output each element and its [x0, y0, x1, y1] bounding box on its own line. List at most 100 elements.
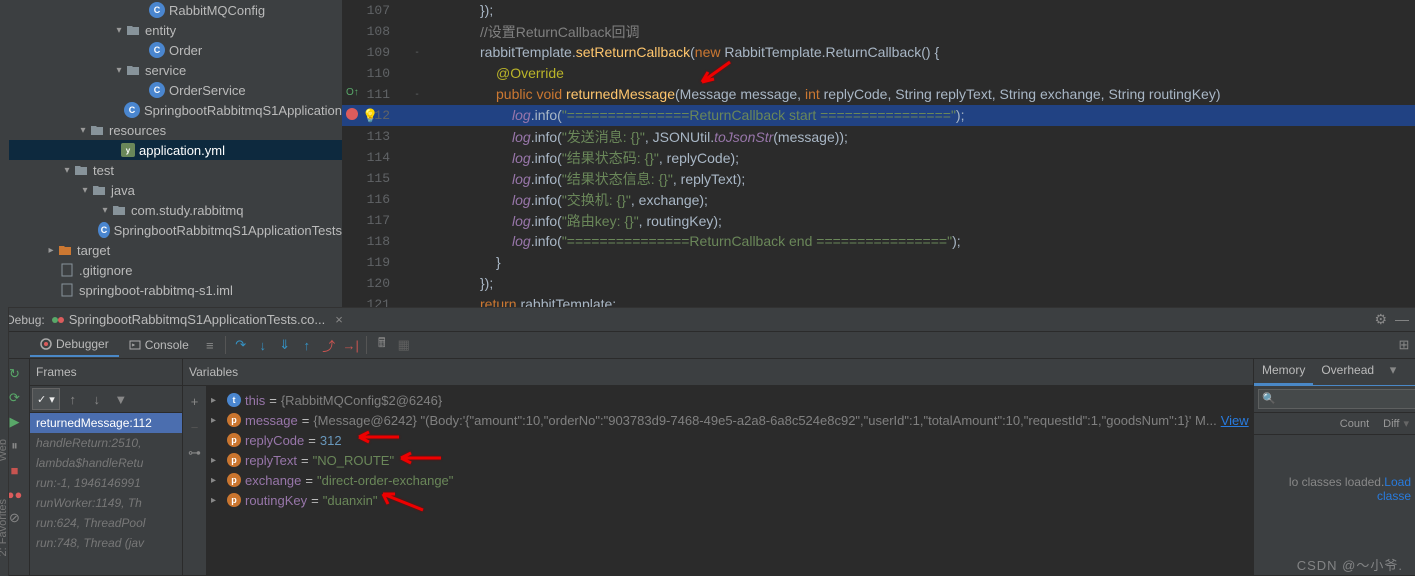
debug-toolbar: Debugger Console ≡ ↷ ↓ ⇓ ↑ ⤴ →| 🖩 ▦ ⊞ [0, 332, 1415, 359]
code-line[interactable]: 108//设置ReturnCallback回调 [342, 21, 1415, 42]
frame-item[interactable]: runWorker:1149, Th [30, 493, 182, 513]
debug-header: Debug: SpringbootRabbitmqS1ApplicationTe… [0, 308, 1415, 332]
tree-label: resources [109, 123, 166, 138]
code-line[interactable]: 114log.info("结果状态码: {}", replyCode); [342, 147, 1415, 168]
remove-watch-icon[interactable]: − [184, 416, 206, 438]
add-watch-icon[interactable]: + [184, 390, 206, 412]
step-out-icon[interactable]: ↑ [296, 334, 318, 356]
force-step-into-icon[interactable]: ⇓ [274, 334, 296, 356]
variable-item[interactable]: ▸p exchange = "direct-order-exchange" [211, 470, 1249, 490]
variables-list[interactable]: ▸t this = {RabbitMQConfig$2@6246}▸p mess… [207, 386, 1253, 575]
tree-item[interactable]: COrder [9, 40, 342, 60]
folder-icon [111, 202, 127, 218]
frame-item[interactable]: returnedMessage:112 [30, 413, 182, 433]
frames-list[interactable]: returnedMessage:112handleReturn:2510, la… [30, 413, 182, 553]
tree-label: test [93, 163, 114, 178]
tab-console[interactable]: Console [119, 334, 199, 356]
tree-item[interactable]: springboot-rabbitmq-s1.iml [9, 280, 342, 300]
tree-item[interactable]: ▾com.study.rabbitmq [9, 200, 342, 220]
tree-item[interactable]: ▾service [9, 60, 342, 80]
watch-link-icon[interactable]: ⊶ [184, 442, 206, 464]
frame-item[interactable]: run:624, ThreadPool [30, 513, 182, 533]
frame-item[interactable]: handleReturn:2510, [30, 433, 182, 453]
tree-label: entity [145, 23, 176, 38]
code-line[interactable]: 121return rabbitTemplate; [342, 294, 1415, 307]
variable-item[interactable]: ▸p replyText = "NO_ROUTE" [211, 450, 1249, 470]
memory-tab[interactable]: Memory [1254, 359, 1313, 385]
code-line[interactable]: 107}); [342, 0, 1415, 21]
threads-icon[interactable]: ≡ [199, 334, 221, 356]
col-menu-icon[interactable]: ▾ [1403, 417, 1409, 430]
code-line[interactable]: 115log.info("结果状态信息: {}", replyText); [342, 168, 1415, 189]
variable-item[interactable]: ▸t this = {RabbitMQConfig$2@6246} [211, 390, 1249, 410]
tree-label: service [145, 63, 186, 78]
yml-icon: y [121, 143, 135, 157]
tree-label: SpringbootRabbitmqS1ApplicationTests [114, 223, 342, 238]
frame-item[interactable]: lambda$handleRetu [30, 453, 182, 473]
tree-label: java [111, 183, 135, 198]
variable-item[interactable]: ▸p routingKey = "duanxin" [211, 490, 1249, 510]
frames-dropdown[interactable]: ✓ ▾ [32, 388, 60, 410]
tree-item[interactable]: .gitignore [9, 260, 342, 280]
side-tab-web[interactable]: Web [0, 439, 9, 461]
project-tree[interactable]: CRabbitMQConfig▾entityCOrder▾serviceCOrd… [0, 0, 342, 307]
tree-item[interactable]: CRabbitMQConfig [9, 0, 342, 20]
evaluate-icon[interactable]: 🖩 [371, 334, 393, 356]
layout-icon[interactable]: ⊞ [1393, 334, 1415, 356]
frame-prev-icon[interactable]: ↑ [62, 388, 84, 410]
tree-item[interactable]: CSpringbootRabbitmqS1ApplicationTests [9, 220, 342, 240]
frame-next-icon[interactable]: ↓ [86, 388, 108, 410]
frame-item[interactable]: run:748, Thread (jav [30, 533, 182, 553]
frame-item[interactable]: run:-1, 1946146991 [30, 473, 182, 493]
tree-item[interactable]: ▾resources [9, 120, 342, 140]
code-line[interactable]: 113log.info("发送消息: {}", JSONUtil.toJsonS… [342, 126, 1415, 147]
tree-item[interactable]: ▾test [9, 160, 342, 180]
code-line[interactable]: O↑111-public void returnedMessage(Messag… [342, 84, 1415, 105]
step-over-icon[interactable]: ↷ [230, 334, 252, 356]
watermark: CSDN @～小爷. [1297, 555, 1403, 574]
code-line[interactable]: 110@Override [342, 63, 1415, 84]
code-line[interactable]: 119} [342, 252, 1415, 273]
resources-folder-icon [89, 122, 105, 138]
trace-icon[interactable]: ▦ [393, 334, 415, 356]
run-config-tab[interactable]: SpringbootRabbitmqS1ApplicationTests.co.… [51, 312, 343, 327]
var-badge-icon: p [227, 473, 241, 487]
step-into-icon[interactable]: ↓ [252, 334, 274, 356]
code-line[interactable]: 120}); [342, 273, 1415, 294]
code-line[interactable]: 118log.info("===============ReturnCallba… [342, 231, 1415, 252]
code-editor[interactable]: 107});108//设置ReturnCallback回调109-rabbitT… [342, 0, 1415, 307]
tree-item[interactable]: ▾entity [9, 20, 342, 40]
side-tab-favorites[interactable]: 2: Favorites [0, 499, 9, 556]
tree-item[interactable]: yapplication.yml [9, 140, 342, 160]
variable-item[interactable]: p replyCode = 312 [211, 430, 1249, 450]
variable-item[interactable]: ▸p message = {Message@6242} "(Body:'{"am… [211, 410, 1249, 430]
tree-label: target [77, 243, 110, 258]
frame-filter-icon[interactable]: ▼ [110, 388, 132, 410]
memory-dropdown-icon[interactable]: ▾ [1382, 359, 1404, 381]
close-icon[interactable]: × [335, 312, 343, 327]
code-line[interactable]: 💡112log.info("===============ReturnCallb… [342, 105, 1415, 126]
lightbulb-icon[interactable]: 💡 [362, 108, 378, 124]
code-line[interactable]: 117log.info("路由key: {}", routingKey); [342, 210, 1415, 231]
breakpoint-icon[interactable] [346, 108, 358, 120]
drop-frame-icon[interactable]: ⤴ [318, 334, 340, 356]
memory-search-input[interactable] [1258, 389, 1415, 409]
code-line[interactable]: 116log.info("交换机: {}", exchange); [342, 189, 1415, 210]
overhead-tab[interactable]: Overhead [1313, 359, 1382, 385]
tree-item[interactable]: ▸target [9, 240, 342, 260]
run-to-cursor-icon[interactable]: →| [340, 334, 362, 356]
view-link[interactable]: View [1221, 413, 1249, 428]
tree-label: springboot-rabbitmq-s1.iml [79, 283, 233, 298]
tree-label: Order [169, 43, 202, 58]
tree-item[interactable]: COrderService [9, 80, 342, 100]
minimize-icon[interactable]: — [1395, 311, 1409, 328]
gear-icon[interactable]: ⚙ [1374, 311, 1387, 328]
tree-item[interactable]: ▾java [9, 180, 342, 200]
tree-label: SpringbootRabbitmqS1Application [144, 103, 342, 118]
debug-title: Debug: [6, 313, 45, 327]
code-line[interactable]: 109-rabbitTemplate.setReturnCallback(new… [342, 42, 1415, 63]
col-count: Count [1340, 418, 1369, 430]
tree-item[interactable]: CSpringbootRabbitmqS1Application [9, 100, 342, 120]
frames-title: Frames [30, 359, 182, 386]
tab-debugger[interactable]: Debugger [30, 333, 119, 357]
